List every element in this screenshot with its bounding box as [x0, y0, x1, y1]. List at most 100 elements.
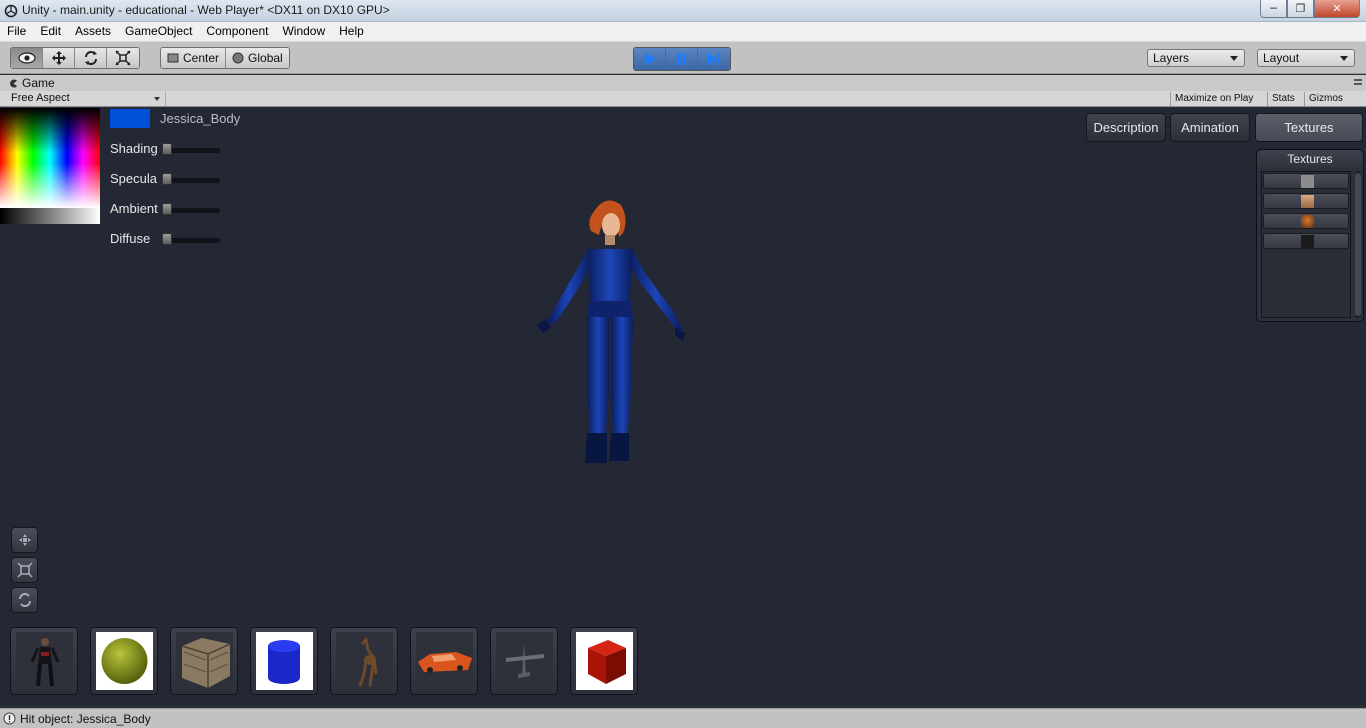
shading-slider[interactable] — [164, 148, 220, 153]
step-button[interactable] — [698, 48, 730, 70]
scale-tool-button[interactable] — [107, 48, 139, 68]
maximize-on-play-toggle[interactable]: Maximize on Play — [1170, 92, 1257, 106]
specula-slider[interactable] — [164, 178, 220, 183]
step-icon — [708, 53, 720, 65]
pacman-icon — [10, 79, 18, 88]
close-button[interactable]: ✕ — [1314, 0, 1360, 18]
move-tool-button[interactable] — [43, 48, 75, 68]
tab-textures[interactable]: Textures — [1255, 113, 1363, 142]
panel-menu-icon[interactable] — [1354, 79, 1362, 85]
diffuse-slider-thumb[interactable] — [162, 233, 172, 245]
texture-item[interactable] — [1263, 193, 1349, 209]
menu-edit[interactable]: Edit — [33, 22, 68, 42]
tab-game[interactable]: Game — [4, 76, 61, 91]
ambient-slider-thumb[interactable] — [162, 203, 172, 215]
view-tool-button[interactable] — [11, 48, 43, 68]
menu-component[interactable]: Component — [199, 22, 275, 42]
zoom-camera-button[interactable] — [11, 557, 38, 583]
model-button-cube[interactable] — [570, 627, 638, 695]
menu-gameobject[interactable]: GameObject — [118, 22, 199, 42]
ambient-slider[interactable] — [164, 208, 220, 213]
model-button-deer[interactable] — [330, 627, 398, 695]
shading-slider-thumb[interactable] — [162, 143, 172, 155]
unity-logo-icon — [4, 4, 18, 18]
blue-cylinder — [256, 632, 313, 690]
diffuse-label: Diffuse — [110, 231, 151, 246]
menu-window[interactable]: Window — [275, 22, 332, 42]
menu-help[interactable]: Help — [332, 22, 371, 42]
info-icon — [3, 712, 16, 725]
menu-file[interactable]: File — [0, 22, 33, 42]
aspect-label: Free Aspect — [11, 92, 70, 104]
dark-texture — [1301, 235, 1314, 248]
pivot-tools: Center Global — [160, 47, 290, 69]
chevron-down-icon — [1230, 56, 1238, 61]
texture-list-scrollbar[interactable] — [1355, 171, 1361, 318]
chevron-down-icon — [1340, 56, 1348, 61]
texture-item[interactable] — [1263, 213, 1349, 229]
chevron-down-icon — [154, 97, 160, 101]
jessica-character-model[interactable] — [525, 193, 695, 468]
aspect-dropdown[interactable]: Free Aspect — [6, 92, 166, 106]
model-button-cylinder[interactable] — [250, 627, 318, 695]
pivot-center-button[interactable]: Center — [161, 48, 227, 68]
pivot-center-label: Center — [183, 51, 220, 65]
toolbar: Center Global Layers Layout — [0, 42, 1366, 74]
color-picker[interactable] — [0, 108, 100, 224]
model-button-airplane[interactable] — [490, 627, 558, 695]
rotate-tool-button[interactable] — [75, 48, 107, 68]
maximize-button[interactable]: ❐ — [1287, 0, 1314, 18]
status-bar: Hit object: Jessica_Body — [0, 708, 1366, 728]
layers-label: Layers — [1153, 51, 1190, 65]
texture-item[interactable] — [1263, 173, 1349, 189]
maximize-icon: ❐ — [1295, 2, 1306, 15]
globe-icon — [232, 52, 244, 64]
stats-toggle[interactable]: Stats — [1267, 92, 1299, 106]
tab-description[interactable]: Description — [1086, 113, 1166, 142]
model-button-sphere[interactable] — [90, 627, 158, 695]
orbit-camera-button[interactable] — [11, 587, 38, 613]
game-options-bar: Free Aspect Maximize on Play Stats Gizmo… — [0, 91, 1366, 107]
menu-assets[interactable]: Assets — [68, 22, 118, 42]
textures-panel: Textures — [1256, 149, 1364, 322]
pan-icon — [18, 534, 31, 546]
orbit-icon — [18, 593, 31, 607]
tab-animation[interactable]: Amination — [1170, 113, 1250, 142]
green-sphere — [96, 632, 153, 690]
move-icon — [51, 51, 66, 65]
eye-icon — [17, 52, 36, 64]
transform-tools — [10, 47, 140, 69]
textures-panel-title: Textures — [1257, 150, 1363, 168]
shading-label: Shading — [110, 141, 158, 156]
layout-dropdown[interactable]: Layout — [1257, 49, 1355, 67]
model-button-soldier[interactable] — [10, 627, 78, 695]
window-title-bar: Unity - main.unity - educational - Web P… — [0, 0, 1366, 22]
layers-dropdown[interactable]: Layers — [1147, 49, 1245, 67]
minimize-button[interactable]: ─ — [1260, 0, 1287, 18]
soldier-model — [16, 632, 73, 690]
game-viewport[interactable]: Jessica_Body Shading Specula Ambient Dif… — [0, 108, 1366, 706]
specula-slider-thumb[interactable] — [162, 173, 172, 185]
menu-bar: File Edit Assets GameObject Component Wi… — [0, 22, 1366, 42]
model-button-crate[interactable] — [170, 627, 238, 695]
gizmos-toggle[interactable]: Gizmos — [1304, 92, 1355, 106]
play-button[interactable] — [634, 48, 666, 70]
window-title: Unity - main.unity - educational - Web P… — [22, 3, 390, 17]
texture-item[interactable] — [1263, 233, 1349, 249]
game-tab-bar: Game — [0, 75, 1366, 91]
pivot-center-icon — [167, 53, 179, 63]
rotate-icon — [84, 51, 97, 65]
pivot-global-button[interactable]: Global — [226, 48, 289, 68]
orange-car — [416, 632, 473, 690]
skin-texture — [1301, 195, 1314, 208]
tab-game-label: Game — [22, 76, 55, 90]
play-icon — [644, 53, 656, 65]
model-button-car[interactable] — [410, 627, 478, 695]
diffuse-slider[interactable] — [164, 238, 220, 243]
selected-object-name: Jessica_Body — [160, 111, 241, 126]
specula-label: Specula — [110, 171, 157, 186]
pan-camera-button[interactable] — [11, 527, 38, 553]
pause-button[interactable] — [666, 48, 698, 70]
deer-model — [336, 632, 393, 690]
zoom-icon — [16, 562, 33, 578]
